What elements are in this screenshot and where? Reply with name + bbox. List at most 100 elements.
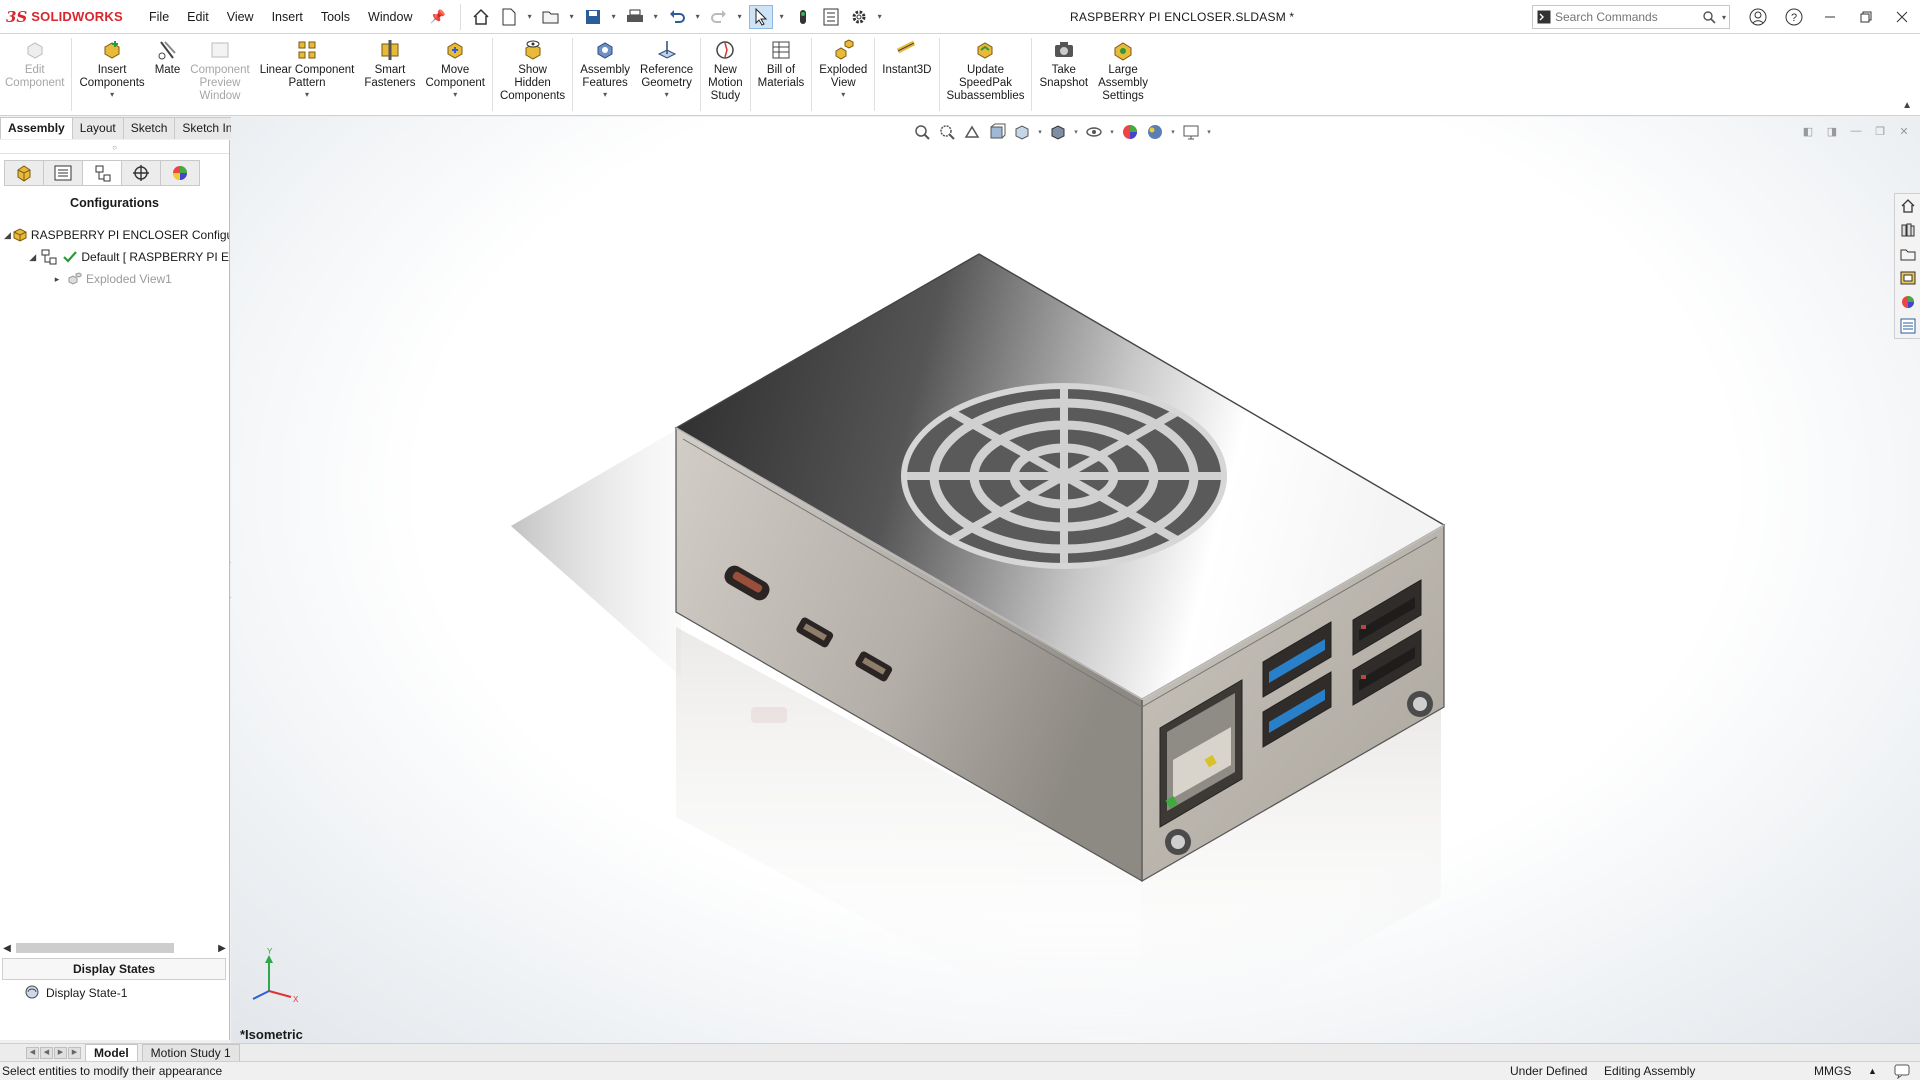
collapse-icon[interactable]: ◢ (4, 230, 11, 241)
tab-model[interactable]: Model (85, 1044, 138, 1061)
save-dropdown-icon[interactable]: ▾ (609, 12, 619, 21)
menu-file[interactable]: File (140, 0, 178, 34)
component-preview-button[interactable]: Component Preview Window (185, 34, 254, 115)
tab-assembly[interactable]: Assembly (0, 117, 73, 139)
unit-system-up-icon[interactable]: ▲ (1868, 1062, 1877, 1080)
view-orientation-icon[interactable] (1011, 121, 1033, 143)
view-orientation-dropdown-icon[interactable]: ▾ (1036, 128, 1044, 136)
show-hidden-button[interactable]: Show Hidden Components (495, 34, 570, 115)
graphics-area[interactable]: ▾ ▾ ▾ ▾ ▾ ◧ ◨ — ❐ ✕ Y X *Isometric (231, 117, 1920, 1043)
view-settings-icon[interactable] (1180, 121, 1202, 143)
rebuild-icon[interactable] (791, 5, 815, 29)
tab-sketch[interactable]: Sketch (122, 117, 176, 139)
mate-button[interactable]: Mate (150, 34, 186, 115)
viewport-restore-icon[interactable]: ❐ (1872, 123, 1888, 139)
save-icon[interactable] (581, 5, 605, 29)
scroll-left-icon[interactable]: ◀ (0, 943, 14, 954)
solidworks-logo[interactable]: 3S SOLIDWORKS (0, 8, 140, 26)
select-dropdown-icon[interactable]: ▾ (777, 12, 787, 21)
tab-motion-study-1[interactable]: Motion Study 1 (141, 1044, 240, 1061)
view-settings-dropdown-icon[interactable]: ▾ (1205, 128, 1213, 136)
menu-insert[interactable]: Insert (263, 0, 312, 34)
display-style-icon[interactable] (1047, 121, 1069, 143)
section-view-icon[interactable] (986, 121, 1008, 143)
edit-component-button[interactable]: Edit Component (0, 34, 69, 115)
first-tab-icon[interactable]: ◀ (26, 1046, 39, 1059)
open-dropdown-icon[interactable]: ▾ (567, 12, 577, 21)
new-document-icon[interactable] (497, 5, 521, 29)
configuration-manager-tab-icon[interactable] (82, 160, 122, 186)
undo-dropdown-icon[interactable]: ▾ (693, 12, 703, 21)
unit-system[interactable]: MMGS (1814, 1062, 1851, 1080)
command-dropdown-icon[interactable]: ▾ (453, 90, 457, 100)
move-component-button[interactable]: Move Component ▾ (421, 34, 490, 115)
select-cursor-icon[interactable] (748, 4, 773, 29)
display-state-item[interactable]: Display State-1 (24, 982, 127, 1004)
tree-item-exploded-view[interactable]: ▸ Exploded View1 (0, 268, 229, 290)
solidworks-resources-icon[interactable] (1897, 194, 1919, 218)
expand-icon[interactable]: ▸ (50, 274, 64, 285)
next-tab-icon[interactable]: ▶ (54, 1046, 67, 1059)
bill-of-materials-button[interactable]: Bill of Materials (753, 34, 810, 115)
file-explorer-icon[interactable] (1897, 242, 1919, 266)
viewport-close-icon[interactable]: ✕ (1896, 123, 1912, 139)
appearances-scenes-icon[interactable] (1897, 290, 1919, 314)
home-icon[interactable] (469, 5, 493, 29)
options-gear-icon[interactable] (847, 5, 871, 29)
restore-icon[interactable] (1848, 0, 1884, 34)
pin-menu-icon[interactable]: 📌 (422, 0, 454, 34)
edit-appearance-icon[interactable] (1119, 121, 1141, 143)
display-style-dropdown-icon[interactable]: ▾ (1072, 128, 1080, 136)
menu-edit[interactable]: Edit (178, 0, 218, 34)
options-dropdown-icon[interactable]: ▾ (875, 12, 885, 21)
scroll-thumb[interactable] (16, 943, 174, 953)
tree-item-assembly-config[interactable]: ◢ RASPBERRY PI ENCLOSER Configu (0, 224, 229, 246)
menu-window[interactable]: Window (359, 0, 421, 34)
command-dropdown-icon[interactable]: ▾ (603, 90, 607, 100)
apply-scene-dropdown-icon[interactable]: ▾ (1169, 128, 1177, 136)
search-icon[interactable] (1699, 10, 1719, 24)
raspberry-pi-enclosure-model[interactable] (231, 117, 1920, 1043)
undo-icon[interactable] (665, 5, 689, 29)
command-dropdown-icon[interactable]: ▾ (665, 90, 669, 100)
search-input[interactable] (1555, 10, 1699, 24)
previous-tab-icon[interactable]: ◀ (40, 1046, 53, 1059)
insert-components-button[interactable]: Insert Components ▾ (74, 34, 149, 115)
exploded-view-button[interactable]: Exploded View ▾ (814, 34, 872, 115)
print-dropdown-icon[interactable]: ▾ (651, 12, 661, 21)
close-icon[interactable] (1884, 0, 1920, 34)
print-icon[interactable] (623, 5, 647, 29)
command-dropdown-icon[interactable]: ▾ (305, 90, 309, 100)
view-palette-icon[interactable] (1897, 266, 1919, 290)
search-dropdown-icon[interactable]: ▾ (1719, 13, 1729, 22)
viewport-minimize-icon[interactable]: — (1848, 123, 1864, 139)
redo-dropdown-icon[interactable]: ▾ (735, 12, 745, 21)
apply-scene-icon[interactable] (1144, 121, 1166, 143)
custom-properties-icon[interactable] (1897, 314, 1919, 338)
viewport-split-right-icon[interactable]: ◨ (1824, 123, 1840, 139)
menu-tools[interactable]: Tools (312, 0, 359, 34)
feature-tree-tab-icon[interactable] (4, 160, 44, 186)
open-folder-icon[interactable] (539, 5, 563, 29)
pane-grip[interactable]: ○ (0, 142, 229, 154)
snapshot-button[interactable]: Take Snapshot (1034, 34, 1093, 115)
scroll-right-icon[interactable]: ▶ (215, 943, 229, 954)
zoom-to-area-icon[interactable] (936, 121, 958, 143)
file-properties-icon[interactable] (819, 5, 843, 29)
property-manager-tab-icon[interactable] (43, 160, 83, 186)
dimxpert-tab-icon[interactable] (121, 160, 161, 186)
tab-layout[interactable]: Layout (71, 117, 124, 139)
motion-study-button[interactable]: New Motion Study (703, 34, 748, 115)
collapse-command-manager-icon[interactable]: ▲ (1902, 100, 1912, 111)
reference-geometry-button[interactable]: Reference Geometry ▾ (635, 34, 698, 115)
instant3d-button[interactable]: Instant3D (877, 34, 936, 115)
search-mode-icon[interactable] (1533, 6, 1555, 28)
viewport-split-left-icon[interactable]: ◧ (1800, 123, 1816, 139)
previous-view-icon[interactable] (961, 121, 983, 143)
large-assembly-button[interactable]: Large Assembly Settings (1093, 34, 1153, 115)
command-dropdown-icon[interactable]: ▾ (110, 90, 114, 100)
command-dropdown-icon[interactable]: ▾ (841, 90, 845, 100)
hide-show-items-icon[interactable] (1083, 121, 1105, 143)
search-commands[interactable]: ▾ (1532, 5, 1730, 29)
linear-pattern-button[interactable]: Linear Component Pattern ▾ (255, 34, 360, 115)
